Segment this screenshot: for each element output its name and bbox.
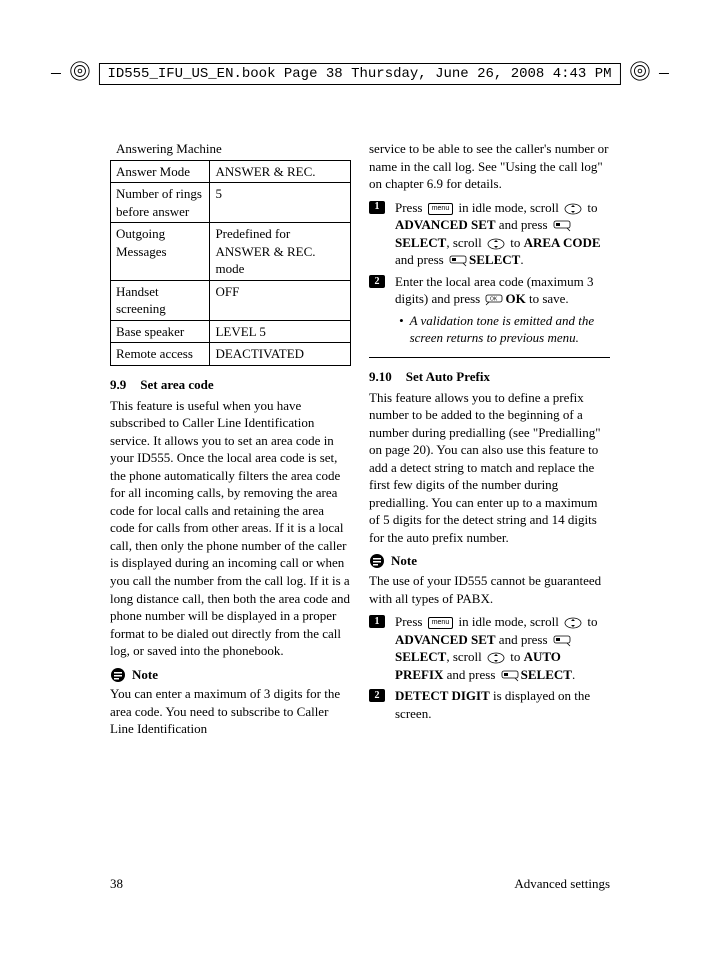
- step-2: 2 DETECT DIGIT is displayed on the scree…: [369, 687, 610, 722]
- note-text-part1: You can enter a maximum of 3 digits for …: [110, 685, 351, 738]
- note-heading: Note: [110, 666, 351, 684]
- table-row: Answer ModeANSWER & REC.: [111, 160, 351, 183]
- svg-text:OK: OK: [490, 297, 498, 303]
- step-number-icon: 2: [369, 689, 385, 702]
- cell-val: LEVEL 5: [210, 320, 351, 343]
- framemaker-banner: ID555_IFU_US_EN.book Page 38 Thursday, J…: [50, 60, 668, 87]
- step-result: •A validation tone is emitted and the sc…: [399, 312, 610, 347]
- steps-9-10: 1 Press menu in idle mode, scroll to ADV…: [369, 613, 610, 722]
- step-1: 1 Press menu in idle mode, scroll to ADV…: [369, 199, 610, 269]
- section-9-9-body: This feature is useful when you have sub…: [110, 397, 351, 660]
- banner-text: ID555_IFU_US_EN.book Page 38 Thursday, J…: [98, 63, 620, 85]
- soft-key-icon: [449, 255, 467, 267]
- soft-key-icon: [553, 635, 571, 647]
- step-2: 2 Enter the local area code (maximum 3 d…: [369, 273, 610, 347]
- section-divider: [369, 357, 610, 358]
- banner-line-left: [50, 73, 60, 74]
- cell-key: Handset screening: [111, 280, 210, 320]
- step-number-icon: 1: [369, 201, 385, 214]
- page-footer: 38 Advanced settings: [110, 876, 610, 892]
- section-title: Set Auto Prefix: [406, 369, 490, 384]
- step-body: Enter the local area code (maximum 3 dig…: [395, 273, 610, 347]
- section-heading-9-10: 9.10 Set Auto Prefix: [369, 368, 610, 386]
- note-heading: Note: [369, 552, 610, 570]
- nav-key-icon: [564, 617, 582, 629]
- soft-key-icon: [501, 670, 519, 682]
- note-icon: [369, 553, 385, 569]
- nav-key-icon: [487, 238, 505, 250]
- cell-val: ANSWER & REC.: [210, 160, 351, 183]
- bullet-icon: •: [399, 312, 404, 347]
- section-number: 9.10: [369, 368, 392, 386]
- section-number: 9.9: [110, 376, 126, 394]
- cell-val: DEACTIVATED: [210, 343, 351, 366]
- step-body: DETECT DIGIT is displayed on the screen.: [395, 687, 610, 722]
- note-label: Note: [132, 666, 158, 684]
- banner-line-right: [659, 73, 669, 74]
- step-1: 1 Press menu in idle mode, scroll to ADV…: [369, 613, 610, 683]
- right-column: service to be able to see the caller's n…: [369, 140, 610, 744]
- section-title: Set area code: [140, 377, 213, 392]
- step-number-icon: 2: [369, 275, 385, 288]
- note-icon: [110, 667, 126, 683]
- cell-val: Predefined for ANSWER & REC. mode: [210, 223, 351, 281]
- settings-table: Answer ModeANSWER & REC. Number of rings…: [110, 160, 351, 366]
- table-row: Handset screeningOFF: [111, 280, 351, 320]
- footer-section: Advanced settings: [514, 876, 610, 892]
- note-text-part2: service to be able to see the caller's n…: [369, 140, 610, 193]
- table-row: Remote accessDEACTIVATED: [111, 343, 351, 366]
- table-row: Number of rings before answer5: [111, 183, 351, 223]
- cell-key: Base speaker: [111, 320, 210, 343]
- note-label: Note: [391, 552, 417, 570]
- section-9-10-body: This feature allows you to define a pref…: [369, 389, 610, 547]
- note-text: The use of your ID555 cannot be guarante…: [369, 572, 610, 607]
- nav-key-icon: [564, 203, 582, 215]
- cell-key: Number of rings before answer: [111, 183, 210, 223]
- step-number-icon: 1: [369, 615, 385, 628]
- menu-key-icon: menu: [428, 203, 454, 215]
- step-body: Press menu in idle mode, scroll to ADVAN…: [395, 199, 610, 269]
- steps-9-9: 1 Press menu in idle mode, scroll to ADV…: [369, 199, 610, 347]
- spiral-icon: [629, 60, 651, 87]
- table-title: Answering Machine: [116, 140, 351, 158]
- cell-key: Answer Mode: [111, 160, 210, 183]
- cell-key: Outgoing Messages: [111, 223, 210, 281]
- cell-val: 5: [210, 183, 351, 223]
- nav-key-icon: [487, 652, 505, 664]
- left-column: Answering Machine Answer ModeANSWER & RE…: [110, 140, 351, 744]
- soft-key-icon: [553, 220, 571, 232]
- page-body: Answering Machine Answer ModeANSWER & RE…: [110, 140, 610, 744]
- ok-key-icon: OK: [485, 294, 503, 306]
- cell-key: Remote access: [111, 343, 210, 366]
- table-row: Base speakerLEVEL 5: [111, 320, 351, 343]
- spiral-icon: [68, 60, 90, 87]
- section-heading-9-9: 9.9 Set area code: [110, 376, 351, 394]
- page-number: 38: [110, 876, 123, 892]
- menu-key-icon: menu: [428, 617, 454, 629]
- table-row: Outgoing MessagesPredefined for ANSWER &…: [111, 223, 351, 281]
- step-body: Press menu in idle mode, scroll to ADVAN…: [395, 613, 610, 683]
- cell-val: OFF: [210, 280, 351, 320]
